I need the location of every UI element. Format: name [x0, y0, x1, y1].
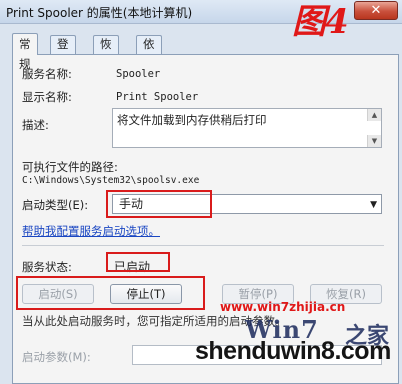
display-name-value: Print Spooler	[116, 91, 199, 103]
tab-dependencies[interactable]: 依存关系	[136, 35, 162, 102]
path-label: 可执行文件的路径:	[22, 160, 118, 174]
path-value: C:\Windows\System32\spoolsv.exe	[22, 175, 200, 186]
tab-recovery[interactable]: 恢复	[93, 35, 119, 68]
tab-logon[interactable]: 登录	[50, 35, 76, 68]
close-button[interactable]: ✕	[354, 1, 398, 20]
service-name-value: Spooler	[116, 68, 161, 80]
startup-type-value: 手动	[119, 197, 144, 211]
start-params-label: 启动参数(M):	[22, 350, 91, 364]
description-box[interactable]: 将文件加载到内存供稍后打印 ▲ ▼	[112, 108, 382, 148]
tab-general[interactable]: 常规	[12, 33, 38, 71]
start-button[interactable]: 启动(S)	[22, 284, 94, 304]
status-value: 已启动	[114, 260, 151, 274]
scroll-down-icon[interactable]: ▼	[367, 135, 381, 147]
window-title: Print Spooler 的属性(本地计算机)	[6, 6, 193, 20]
status-label: 服务状态:	[22, 260, 72, 274]
description-text: 将文件加载到内存供稍后打印	[117, 113, 267, 127]
display-name-label: 显示名称:	[22, 90, 72, 104]
scroll-up-icon[interactable]: ▲	[367, 109, 381, 121]
separator	[22, 245, 384, 246]
watermark-url: www.win7zhijia.cn	[220, 300, 346, 314]
figure-stamp: 图4	[292, 2, 349, 42]
description-label: 描述:	[22, 118, 49, 132]
stop-button[interactable]: 停止(T)	[110, 284, 182, 304]
help-link[interactable]: 帮助我配置服务启动选项。	[22, 223, 160, 239]
watermark-site: shenduwin8.com	[195, 337, 391, 365]
chevron-down-icon: ▼	[370, 200, 377, 210]
startup-type-select[interactable]: 手动 ▼	[112, 194, 382, 214]
startup-type-label: 启动类型(E):	[22, 198, 89, 212]
